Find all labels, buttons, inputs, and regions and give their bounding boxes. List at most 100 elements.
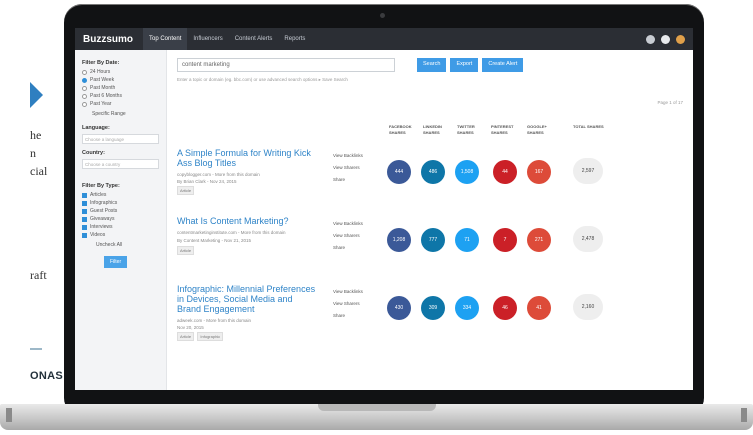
result-title[interactable]: Infographic: Millennial Preferences in D…	[177, 284, 319, 314]
col-facebook: FACEBOOK SHARES	[389, 124, 412, 135]
type-option[interactable]: Giveaways	[82, 216, 159, 222]
type-option[interactable]: Infographics	[82, 200, 159, 206]
country-select[interactable]: Choose a country	[82, 159, 159, 169]
result-row: A Simple Formula for Writing Kick Ass Bl…	[177, 148, 683, 216]
checkbox-icon[interactable]	[82, 200, 87, 206]
uncheck-all-link[interactable]: Uncheck All	[96, 242, 159, 248]
view-sharers-link[interactable]: View Sharers	[333, 230, 363, 242]
pagination-text[interactable]: Page 1 of 17	[657, 100, 683, 105]
sidebar: Filter By Date: 24 Hours Past Week Past …	[75, 50, 167, 390]
laptop-notch	[318, 404, 436, 411]
arrow-icon	[30, 82, 43, 108]
col-pinterest: PINTEREST SHARES	[491, 124, 514, 135]
filter-type-title: Filter By Type:	[82, 183, 120, 189]
radio-icon[interactable]	[82, 69, 87, 75]
facebook-shares: 444	[387, 160, 411, 184]
checkbox-icon[interactable]	[82, 216, 87, 222]
avatar[interactable]	[676, 34, 685, 44]
pinterest-shares: 46	[493, 296, 517, 320]
result-author: Nov 20, 2015	[177, 325, 204, 330]
base-edge-right	[741, 408, 747, 422]
stage: he n cial raft ONAS Buzzsumo Top Content…	[0, 0, 753, 435]
result-actions: View Backlinks View Sharers Share	[333, 150, 363, 186]
share-link[interactable]: Share	[333, 174, 363, 186]
date-option[interactable]: Past Week	[82, 77, 159, 83]
share-link[interactable]: Share	[333, 242, 363, 254]
view-backlinks-link[interactable]: View Backlinks	[333, 286, 363, 298]
type-option[interactable]: Guest Posts	[82, 208, 159, 214]
radio-icon[interactable]	[82, 93, 87, 99]
linkedin-shares: 309	[421, 296, 445, 320]
checkbox-icon[interactable]	[82, 192, 87, 198]
linkedin-shares: 486	[421, 160, 445, 184]
result-author: By Content Marketing - Nov 21, 2015	[177, 238, 252, 243]
filter-button[interactable]: Filter	[104, 256, 128, 268]
total-shares: 2,160	[573, 294, 603, 320]
type-option[interactable]: Videos	[82, 232, 159, 238]
col-total[interactable]: TOTAL SHARES	[573, 124, 613, 130]
result-domain[interactable]: copyblogger.com - More from this domain	[177, 172, 260, 177]
type-option[interactable]: Articles	[82, 192, 159, 198]
language-select[interactable]: Choose a language	[82, 134, 159, 144]
filter-date-title: Filter By Date:	[82, 60, 120, 66]
facebook-shares: 1,208	[387, 228, 411, 252]
help-icon[interactable]	[661, 34, 670, 44]
result-title[interactable]: A Simple Formula for Writing Kick Ass Bl…	[177, 148, 319, 168]
result-tag: Article	[177, 332, 195, 341]
laptop-screen: Buzzsumo Top Content Influencers Content…	[75, 28, 693, 390]
result-domain[interactable]: adweek.com - More from this domain	[177, 318, 251, 323]
radio-icon[interactable]	[82, 101, 87, 107]
create-alert-button[interactable]: Create Alert	[482, 58, 524, 72]
type-option[interactable]: Interviews	[82, 224, 159, 230]
pinterest-shares: 44	[493, 160, 517, 184]
view-backlinks-link[interactable]: View Backlinks	[333, 150, 363, 162]
view-sharers-link[interactable]: View Sharers	[333, 162, 363, 174]
date-option[interactable]: Past 6 Months	[82, 93, 159, 99]
total-shares: 2,597	[573, 158, 603, 184]
result-actions: View Backlinks View Sharers Share	[333, 218, 363, 254]
tab-reports[interactable]: Reports	[278, 28, 311, 50]
top-nav-bar: Buzzsumo Top Content Influencers Content…	[75, 28, 693, 50]
twitter-shares: 71	[455, 228, 479, 252]
linkedin-shares: 777	[421, 228, 445, 252]
date-option[interactable]: Past Month	[82, 85, 159, 91]
result-row: What Is Content Marketing? contentmarket…	[177, 216, 683, 284]
date-option[interactable]: 24 Hours	[82, 69, 159, 75]
share-link[interactable]: Share	[333, 310, 363, 322]
search-row: content marketing Search Export Create A…	[177, 58, 683, 72]
total-shares: 2,478	[573, 226, 603, 252]
tab-top-content[interactable]: Top Content	[143, 28, 188, 50]
result-author: By Brian Clark - Nov 24, 2015	[177, 179, 237, 184]
tab-influencers[interactable]: Influencers	[187, 28, 228, 50]
export-button[interactable]: Export	[450, 58, 479, 72]
pinterest-shares: 7	[493, 228, 517, 252]
search-input[interactable]: content marketing	[177, 58, 395, 72]
camera-icon	[380, 13, 385, 18]
app-body: Filter By Date: 24 Hours Past Week Past …	[75, 50, 693, 390]
result-domain[interactable]: contentmarketinginstitute.com - More fro…	[177, 230, 286, 235]
specific-range-link[interactable]: Specific Range	[92, 111, 159, 117]
country-title: Country:	[82, 150, 105, 156]
result-tag: Infographic	[197, 332, 224, 341]
fragment-line-3: cial	[30, 164, 48, 178]
view-sharers-link[interactable]: View Sharers	[333, 298, 363, 310]
radio-icon[interactable]	[82, 77, 87, 83]
facebook-shares: 430	[387, 296, 411, 320]
result-title[interactable]: What Is Content Marketing?	[177, 216, 319, 226]
laptop-frame: Buzzsumo Top Content Influencers Content…	[64, 4, 704, 416]
main-content: content marketing Search Export Create A…	[167, 50, 693, 390]
search-button[interactable]: Search	[417, 58, 447, 72]
tab-content-alerts[interactable]: Content Alerts	[229, 28, 279, 50]
date-option[interactable]: Past Year	[82, 101, 159, 107]
checkbox-icon[interactable]	[82, 208, 87, 214]
checkbox-icon[interactable]	[82, 232, 87, 238]
view-backlinks-link[interactable]: View Backlinks	[333, 218, 363, 230]
checkbox-icon[interactable]	[82, 224, 87, 230]
app-logo[interactable]: Buzzsumo	[83, 34, 133, 45]
result-tag: Article	[177, 186, 195, 195]
radio-icon[interactable]	[82, 85, 87, 91]
fragment-footer: ONAS	[30, 370, 63, 382]
google-shares: 41	[527, 296, 551, 320]
notification-icon[interactable]	[646, 34, 655, 44]
result-actions: View Backlinks View Sharers Share	[333, 286, 363, 322]
